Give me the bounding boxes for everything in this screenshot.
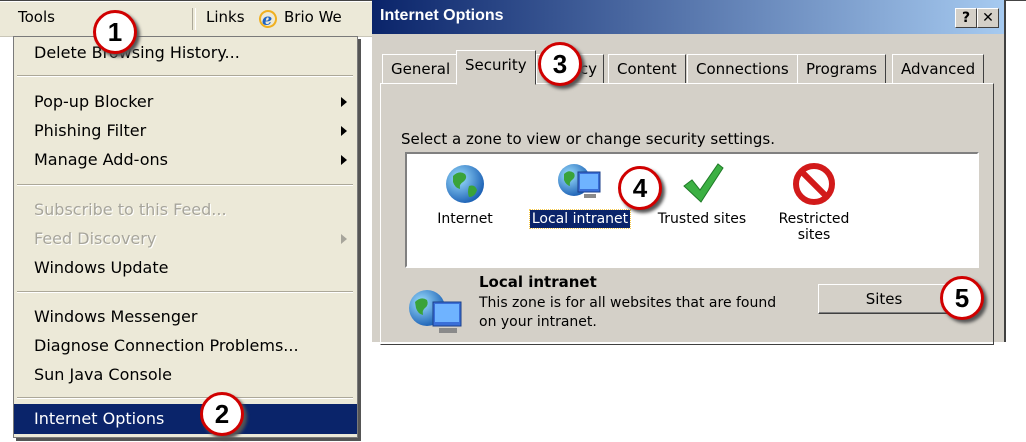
links-toolbar[interactable]: Links: [206, 8, 245, 26]
zone-trusted-sites[interactable]: Trusted sites: [647, 162, 757, 228]
help-button[interactable]: ?: [955, 8, 977, 28]
menu-item-popup-blocker[interactable]: Pop-up Blocker: [14, 88, 357, 116]
menu-separator: [17, 75, 353, 77]
dialog-titlebar[interactable]: Internet Options ? ✕: [372, 0, 1004, 34]
svg-text:e: e: [262, 10, 272, 29]
menu-item-manage-add-ons[interactable]: Manage Add-ons: [14, 146, 357, 174]
zone-local-intranet-label: Local intranet: [528, 209, 632, 229]
submenu-arrow-icon: [341, 155, 347, 165]
tools-dropdown-menu: Delete Browsing History... Pop-up Blocke…: [13, 36, 358, 438]
menu-separator: [17, 291, 353, 293]
menu-item-subscribe-feed: Subscribe to this Feed...: [34, 200, 227, 219]
ie-menubar: Tools Links e Brio We: [0, 2, 372, 37]
zone-restricted-sites-label: Restricted sites: [778, 211, 850, 243]
zone-internet-label: Internet: [437, 211, 493, 227]
zone-prompt: Select a zone to view or change security…: [401, 130, 776, 148]
tab-general[interactable]: General: [382, 54, 460, 84]
menu-item-feed-discovery: Feed Discovery: [14, 225, 357, 253]
dialog-title: Internet Options: [380, 7, 504, 24]
menu-item-diagnose-connection[interactable]: Diagnose Connection Problems...: [14, 332, 357, 360]
tab-programs[interactable]: Programs: [797, 54, 887, 84]
submenu-arrow-icon: [341, 97, 347, 107]
toolbar-separator: [192, 8, 196, 30]
callout-2: 2: [200, 392, 244, 436]
callout-3: 3: [538, 42, 582, 86]
ie-e-icon: e: [259, 10, 277, 29]
callout-4: 4: [618, 166, 662, 210]
menu-item-windows-update[interactable]: Windows Update: [14, 254, 357, 282]
tab-advanced[interactable]: Advanced: [892, 54, 985, 84]
menu-item-delete-browsing-history[interactable]: Delete Browsing History...: [14, 39, 357, 67]
intranet-icon: [558, 164, 601, 198]
submenu-arrow-icon: [341, 126, 347, 136]
internet-options-dialog: Internet Options ? ✕ General Security Pr…: [372, 0, 1006, 345]
zone-name: Local intranet: [479, 273, 597, 291]
tab-security[interactable]: Security: [456, 50, 536, 85]
menu-item-internet-options[interactable]: Internet Options: [14, 404, 357, 434]
tab-content[interactable]: Content: [608, 54, 686, 84]
zone-internet[interactable]: Internet: [425, 162, 505, 228]
brio-link[interactable]: Brio We: [284, 8, 342, 26]
sites-button[interactable]: Sites: [818, 284, 950, 314]
close-button[interactable]: ✕: [977, 8, 999, 28]
menu-item-windows-messenger[interactable]: Windows Messenger: [14, 303, 357, 331]
submenu-arrow-icon: [341, 234, 347, 244]
no-entry-icon: [793, 163, 835, 205]
tab-connections[interactable]: Connections: [687, 54, 798, 84]
menu-item-phishing-filter[interactable]: Phishing Filter: [14, 117, 357, 145]
callout-1: 1: [93, 10, 137, 54]
tools-menu[interactable]: Tools: [18, 8, 55, 26]
zone-list: Internet Local intranet Trusted sites Re…: [405, 152, 979, 268]
zone-trusted-sites-label: Trusted sites: [657, 211, 747, 227]
globe-icon: [446, 165, 484, 203]
menu-separator: [17, 184, 353, 186]
zone-description: This zone is for all websites that are f…: [479, 295, 777, 330]
callout-5: 5: [940, 276, 984, 320]
zone-restricted-sites[interactable]: Restricted sites: [769, 162, 859, 244]
security-tab-panel: Select a zone to view or change security…: [380, 83, 994, 345]
menu-item-sun-java-console[interactable]: Sun Java Console: [14, 361, 357, 389]
menu-separator: [17, 397, 353, 399]
checkmark-icon: [683, 163, 724, 203]
intranet-icon: [409, 290, 462, 333]
